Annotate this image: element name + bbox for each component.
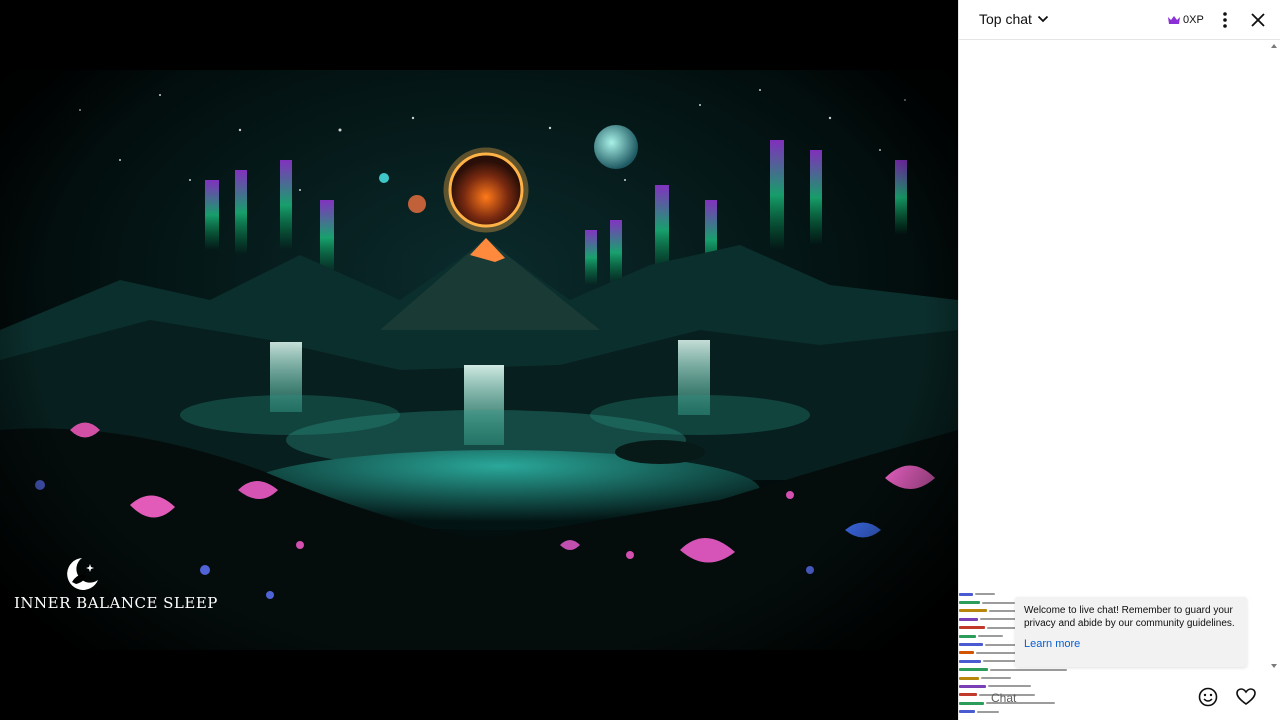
chat-message-list bbox=[959, 40, 1271, 670]
welcome-banner: Welcome to live chat! Remember to guard … bbox=[1015, 597, 1247, 667]
channel-brand-name: INNER BALANCE SLEEP bbox=[14, 594, 218, 612]
live-chat-panel: Top chat 0XP Welcome to live chat! Remem bbox=[958, 0, 1280, 720]
xp-badge[interactable]: 0XP bbox=[1162, 9, 1210, 31]
chat-input-row bbox=[959, 675, 1280, 720]
emoji-icon[interactable] bbox=[1197, 686, 1219, 708]
video-player[interactable]: INNER BALANCE SLEEP bbox=[0, 0, 958, 720]
xp-value: 0XP bbox=[1183, 14, 1204, 26]
more-vert-icon[interactable] bbox=[1215, 10, 1235, 30]
heart-icon[interactable] bbox=[1235, 686, 1257, 708]
chat-header: Top chat 0XP bbox=[959, 0, 1280, 40]
chevron-down-icon bbox=[1037, 15, 1049, 23]
learn-more-link[interactable]: Learn more bbox=[1024, 638, 1080, 650]
channel-brand: INNER BALANCE SLEEP bbox=[14, 556, 218, 612]
moon-swan-logo-icon bbox=[66, 558, 98, 590]
close-icon[interactable] bbox=[1248, 10, 1268, 30]
video-frame bbox=[0, 0, 958, 720]
crown-icon bbox=[1168, 16, 1180, 24]
chat-mode-dropdown[interactable]: Top chat bbox=[979, 11, 1050, 27]
chat-mode-label: Top chat bbox=[979, 11, 1032, 27]
welcome-message: Welcome to live chat! Remember to guard … bbox=[1024, 605, 1235, 629]
chat-input[interactable] bbox=[989, 688, 1193, 708]
